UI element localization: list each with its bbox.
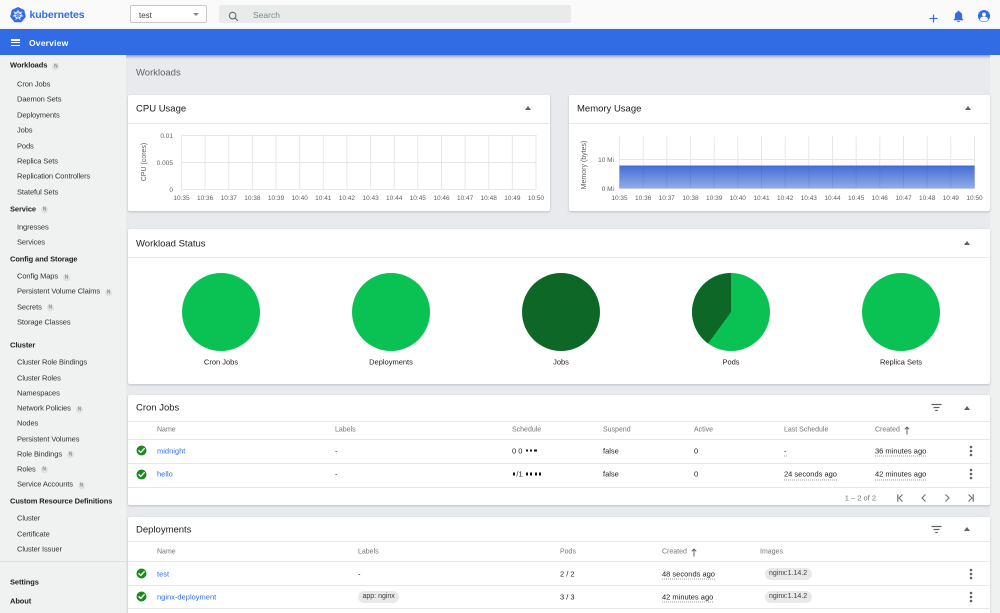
svg-text:10:39: 10:39 [268, 195, 285, 202]
svg-text:10:48: 10:48 [919, 195, 936, 202]
svg-text:10 Mi: 10 Mi [598, 157, 614, 164]
svg-text:10:45: 10:45 [848, 195, 865, 202]
svg-text:Deployments: Deployments [369, 358, 413, 367]
svg-text:10:38: 10:38 [682, 195, 699, 202]
svg-text:10:37: 10:37 [659, 195, 676, 202]
svg-text:0.01: 0.01 [160, 133, 173, 140]
svg-text:Jobs: Jobs [553, 358, 569, 367]
svg-text:10:40: 10:40 [292, 195, 309, 202]
svg-text:10:47: 10:47 [895, 195, 912, 202]
svg-text:10:38: 10:38 [244, 195, 261, 202]
svg-text:10:37: 10:37 [221, 195, 238, 202]
svg-text:10:43: 10:43 [362, 195, 379, 202]
svg-text:10:35: 10:35 [173, 195, 190, 202]
svg-text:10:42: 10:42 [777, 195, 794, 202]
svg-text:10:44: 10:44 [824, 195, 841, 202]
svg-text:10:48: 10:48 [481, 195, 498, 202]
svg-text:10:46: 10:46 [872, 195, 889, 202]
svg-text:10:40: 10:40 [730, 195, 747, 202]
svg-text:10:45: 10:45 [410, 195, 427, 202]
svg-text:10:49: 10:49 [504, 195, 521, 202]
svg-text:10:41: 10:41 [753, 195, 770, 202]
svg-text:Memory (bytes): Memory (bytes) [581, 141, 588, 190]
svg-text:10:50: 10:50 [528, 195, 545, 202]
svg-text:0.005: 0.005 [157, 160, 174, 167]
svg-text:CPU (cores): CPU (cores) [141, 143, 148, 182]
svg-text:10:49: 10:49 [943, 195, 960, 202]
svg-text:10:47: 10:47 [457, 195, 474, 202]
svg-text:Replica Sets: Replica Sets [880, 358, 922, 367]
svg-text:Cron Jobs: Cron Jobs [204, 358, 238, 367]
svg-text:10:39: 10:39 [706, 195, 723, 202]
svg-text:10:36: 10:36 [635, 195, 652, 202]
svg-text:10:42: 10:42 [339, 195, 356, 202]
svg-text:10:35: 10:35 [611, 195, 628, 202]
svg-text:10:41: 10:41 [315, 195, 332, 202]
svg-text:Pods: Pods [722, 358, 739, 367]
svg-text:0 Mi: 0 Mi [602, 186, 614, 193]
svg-text:10:44: 10:44 [386, 195, 403, 202]
svg-text:10:50: 10:50 [966, 195, 983, 202]
svg-text:10:36: 10:36 [197, 195, 214, 202]
svg-text:10:46: 10:46 [433, 195, 450, 202]
svg-text:10:43: 10:43 [801, 195, 818, 202]
svg-text:0: 0 [169, 187, 173, 194]
